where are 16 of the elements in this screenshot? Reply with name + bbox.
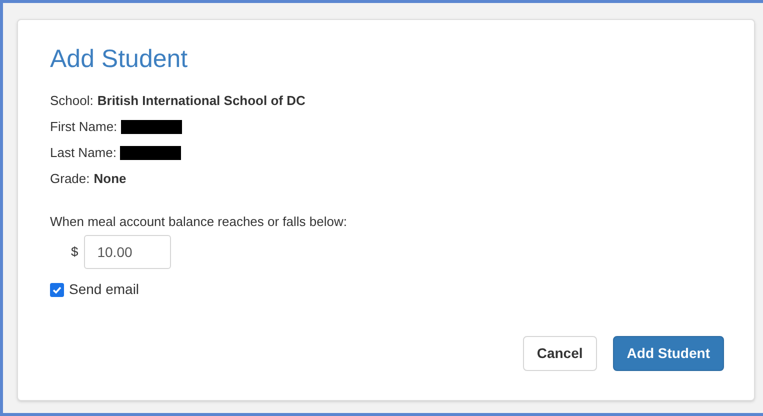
- redaction-bar: [120, 146, 182, 160]
- checkbox[interactable]: [50, 282, 64, 296]
- field-value: None: [94, 170, 126, 188]
- threshold-label: When meal account balance reaches or falls below:: [50, 214, 348, 230]
- add-student-button[interactable]: Add Student: [612, 336, 724, 371]
- field-label: Last Name:: [50, 144, 116, 162]
- currency-symbol: $: [71, 243, 78, 262]
- cancel-button[interactable]: Cancel: [522, 336, 597, 371]
- field-label: Grade:: [50, 170, 90, 188]
- field-value: British International School of DC: [97, 92, 306, 110]
- checkbox-label: Send email: [69, 280, 140, 299]
- amount-field[interactable]: 10.00: [84, 235, 172, 269]
- field-label: School:: [50, 92, 94, 110]
- field-label: First Name:: [50, 118, 118, 136]
- dialog-title: Add Student: [50, 44, 189, 75]
- redaction-bar: [121, 120, 182, 134]
